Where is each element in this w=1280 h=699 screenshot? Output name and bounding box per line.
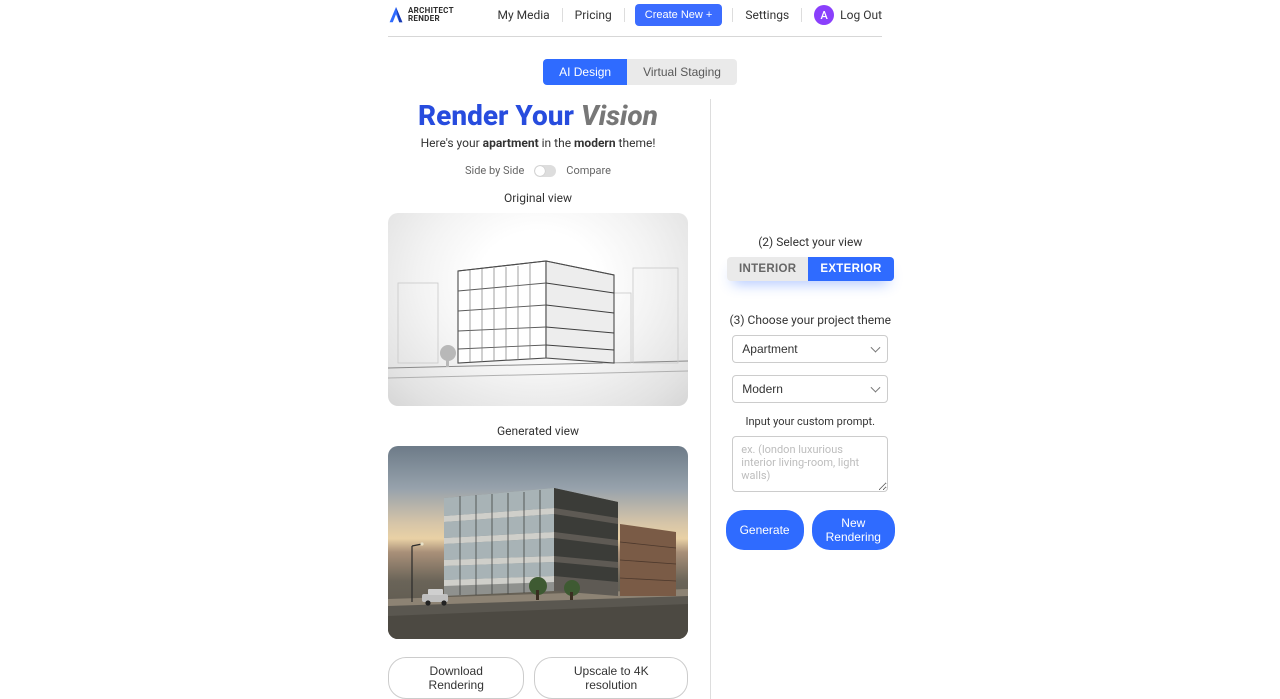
create-new-button[interactable]: Create New + (635, 4, 723, 26)
mode-tabs: AI Design Virtual Staging (543, 59, 737, 85)
tab-virtual-staging[interactable]: Virtual Staging (627, 59, 737, 85)
style-select[interactable]: Modern (732, 375, 888, 403)
view-toggle-group: INTERIOR EXTERIOR (727, 257, 894, 281)
nav-pricing[interactable]: Pricing (563, 8, 625, 22)
nav-logout[interactable]: Log Out (840, 8, 882, 22)
upscale-4k-button[interactable]: Upscale to 4K resolution (534, 657, 688, 699)
tab-ai-design[interactable]: AI Design (543, 59, 627, 85)
label-select-view: (2) Select your view (758, 235, 862, 249)
top-nav: ARCHITECT RENDER My Media Pricing Create… (388, 0, 882, 37)
generate-button[interactable]: Generate (726, 510, 804, 550)
download-rendering-button[interactable]: Download Rendering (388, 657, 524, 699)
original-image (388, 213, 688, 406)
avatar[interactable]: A (814, 5, 834, 25)
label-original-view: Original view (388, 191, 688, 205)
prompt-help-text: Input your custom prompt. (745, 415, 875, 428)
view-interior-button[interactable]: INTERIOR (727, 257, 808, 281)
new-rendering-button[interactable]: New Rendering (812, 510, 895, 550)
page-subtitle: Here's your apartment in the modern them… (388, 136, 688, 150)
label-side-by-side: Side by Side (465, 164, 524, 177)
nav-my-media[interactable]: My Media (485, 8, 562, 22)
nav-settings[interactable]: Settings (732, 8, 802, 22)
label-compare: Compare (566, 164, 611, 177)
page-title: Render Your Vision (388, 99, 688, 132)
brand-logo[interactable]: ARCHITECT RENDER (388, 6, 454, 24)
custom-prompt-input[interactable] (732, 436, 888, 492)
label-choose-theme: (3) Choose your project theme (730, 313, 891, 327)
view-mode-toggle[interactable] (534, 165, 556, 177)
brand-text: ARCHITECT RENDER (408, 7, 454, 23)
view-exterior-button[interactable]: EXTERIOR (808, 257, 893, 281)
label-generated-view: Generated view (388, 424, 688, 438)
logo-icon (388, 6, 404, 24)
generated-image (388, 446, 688, 639)
project-type-select[interactable]: Apartment (732, 335, 888, 363)
